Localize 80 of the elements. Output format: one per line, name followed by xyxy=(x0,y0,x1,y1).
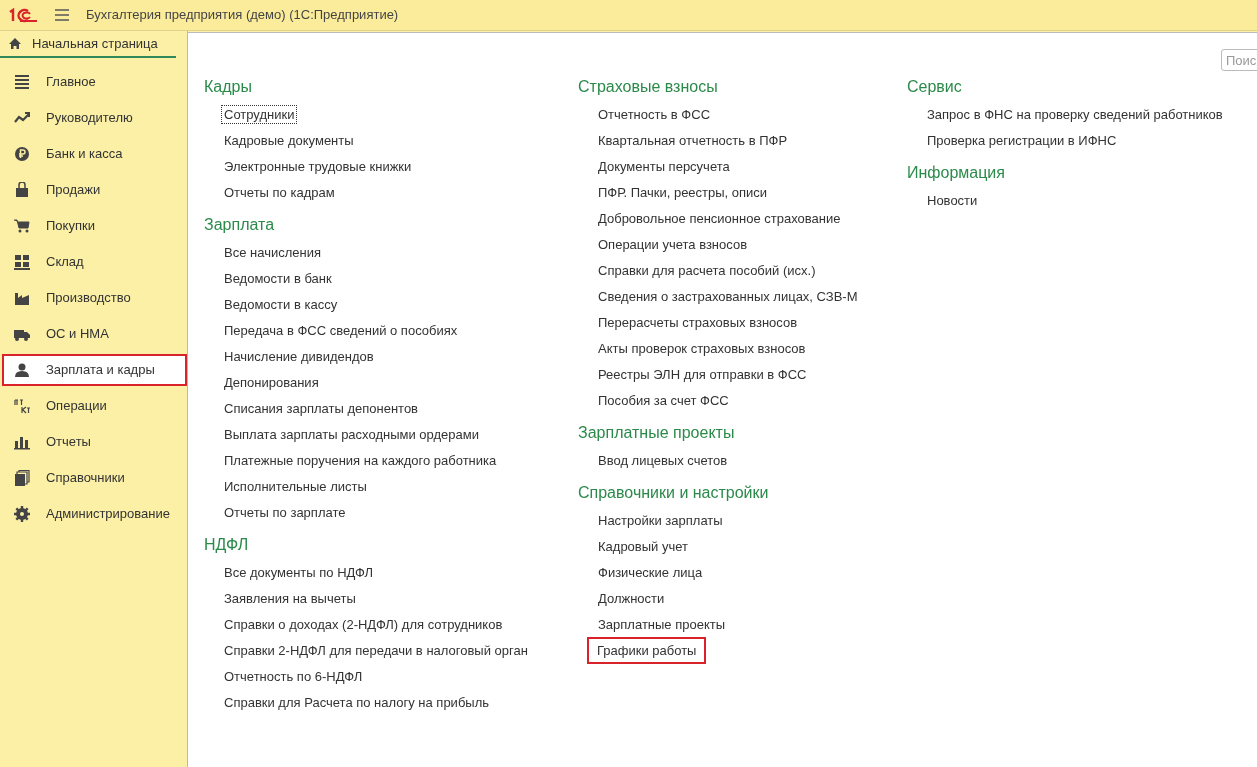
window-title: Бухгалтерия предприятия (демо) (1С:Предприятие) xyxy=(86,6,399,25)
section-heading: Зарплатные проекты xyxy=(578,423,736,443)
search-field[interactable]: Поис xyxy=(1221,49,1257,71)
menu-link[interactable]: Отчеты по зарплате xyxy=(221,503,349,522)
menu-link[interactable]: Справки 2-НДФЛ для передачи в налоговый орган xyxy=(221,641,531,660)
menu-link[interactable]: Сотрудники xyxy=(221,105,298,124)
menu-link[interactable]: Исполнительные листы xyxy=(221,477,370,496)
menu-link[interactable]: ПФР. Пачки, реестры, описи xyxy=(595,183,771,202)
sidebar-item[interactable]: Производство xyxy=(2,282,187,314)
sidebar-item[interactable]: Покупки xyxy=(2,210,187,242)
menu-link[interactable]: Новости xyxy=(924,191,981,210)
section-heading: Информация xyxy=(907,163,1006,183)
sidebar-item[interactable]: Склад xyxy=(2,246,187,278)
menu-link[interactable]: Справки для Расчета по налогу на прибыль xyxy=(221,693,493,712)
person-icon xyxy=(14,362,30,378)
sidebar-item[interactable]: Справочники xyxy=(2,462,187,494)
menu-link[interactable]: Списания зарплаты депонентов xyxy=(221,399,422,418)
sidebar-item[interactable]: Зарплата и кадры xyxy=(2,354,187,386)
sidebar-item[interactable]: Операции xyxy=(2,390,187,422)
menu-link[interactable]: Отчеты по кадрам xyxy=(221,183,338,202)
menu-link[interactable]: Отчетность по 6-НДФЛ xyxy=(221,667,366,686)
section-heading: Сервис xyxy=(907,77,963,97)
sidebar-item[interactable]: Банк и касса xyxy=(2,138,187,170)
section-heading: Страховые взносы xyxy=(578,77,719,97)
menu-link[interactable]: Справки о доходах (2-НДФЛ) для сотрудников xyxy=(221,615,506,634)
documents-icon xyxy=(14,470,30,486)
debit-credit-icon xyxy=(14,398,30,414)
grid-icon xyxy=(14,254,30,270)
sidebar-item[interactable]: Отчеты xyxy=(2,426,187,458)
menu-link[interactable]: Акты проверок страховых взносов xyxy=(595,339,809,358)
menu-link[interactable]: Кадровый учет xyxy=(595,537,691,556)
app-logo-icon xyxy=(8,7,38,23)
sidebar-item[interactable]: ОС и НМА xyxy=(2,318,187,350)
menu-link[interactable]: Справки для расчета пособий (исх.) xyxy=(595,261,819,280)
menu-link[interactable]: Графики работы xyxy=(587,637,707,664)
menu-link[interactable]: Передача в ФСС сведений о пособиях xyxy=(221,321,461,340)
menu-link[interactable]: Операции учета взносов xyxy=(595,235,751,254)
menu-link[interactable]: Депонирования xyxy=(221,373,322,392)
bar-chart-icon xyxy=(14,434,30,450)
menu-link[interactable]: Начисление дивидендов xyxy=(221,347,377,366)
menu-link[interactable]: Должности xyxy=(595,589,668,608)
menu-icon[interactable] xyxy=(54,8,70,22)
menu-link[interactable]: Реестры ЭЛН для отправки в ФСС xyxy=(595,365,810,384)
home-icon xyxy=(8,37,22,50)
sidebar-item[interactable]: Руководителю xyxy=(2,102,187,134)
menu-link[interactable]: Настройки зарплаты xyxy=(595,511,726,530)
menu-link[interactable]: Платежные поручения на каждого работника xyxy=(221,451,500,470)
menu-link[interactable]: Кадровые документы xyxy=(221,131,357,150)
section-heading: Справочники и настройки xyxy=(578,483,770,503)
sidebar-item[interactable]: Главное xyxy=(2,66,187,98)
section-heading: Кадры xyxy=(204,77,253,97)
section-heading: Зарплата xyxy=(204,215,276,235)
menu-link[interactable]: Пособия за счет ФСС xyxy=(595,391,732,410)
menu-link[interactable]: Электронные трудовые книжки xyxy=(221,157,415,176)
shopping-bag-icon xyxy=(14,182,30,198)
menu-link[interactable]: Заявления на вычеты xyxy=(221,589,359,608)
menu-link[interactable]: Документы персучета xyxy=(595,157,733,176)
menu-link[interactable]: Выплата зарплаты расходными ордерами xyxy=(221,425,482,444)
menu-link[interactable]: Перерасчеты страховых взносов xyxy=(595,313,801,332)
menu-link[interactable]: Все начисления xyxy=(221,243,324,262)
factory-icon xyxy=(14,290,30,306)
menu-link[interactable]: Ведомости в кассу xyxy=(221,295,341,314)
menu-link[interactable]: Зарплатные проекты xyxy=(595,615,729,634)
menu-link[interactable]: Отчетность в ФСС xyxy=(595,105,714,124)
gear-icon xyxy=(14,506,30,522)
sidebar-item[interactable]: Продажи xyxy=(2,174,187,206)
menu-link[interactable]: Проверка регистрации в ИФНС xyxy=(924,131,1120,150)
sidebar-item[interactable]: Администрирование xyxy=(2,498,187,530)
menu-link[interactable]: Все документы по НДФЛ xyxy=(221,563,377,582)
ruble-coin-icon xyxy=(14,146,30,162)
cart-icon xyxy=(14,218,30,234)
menu-link[interactable]: Запрос в ФНС на проверку сведений работников xyxy=(924,105,1226,124)
menu-link[interactable]: Квартальная отчетность в ПФР xyxy=(595,131,791,150)
menu-link[interactable]: Добровольное пенсионное страхование xyxy=(595,209,844,228)
list-icon xyxy=(14,74,30,90)
menu-link[interactable]: Физические лица xyxy=(595,563,706,582)
menu-link[interactable]: Сведения о застрахованных лицах, СЗВ-М xyxy=(595,287,861,306)
menu-link[interactable]: Ведомости в банк xyxy=(221,269,335,288)
menu-link[interactable]: Ввод лицевых счетов xyxy=(595,451,731,470)
section-heading: НДФЛ xyxy=(204,535,250,555)
